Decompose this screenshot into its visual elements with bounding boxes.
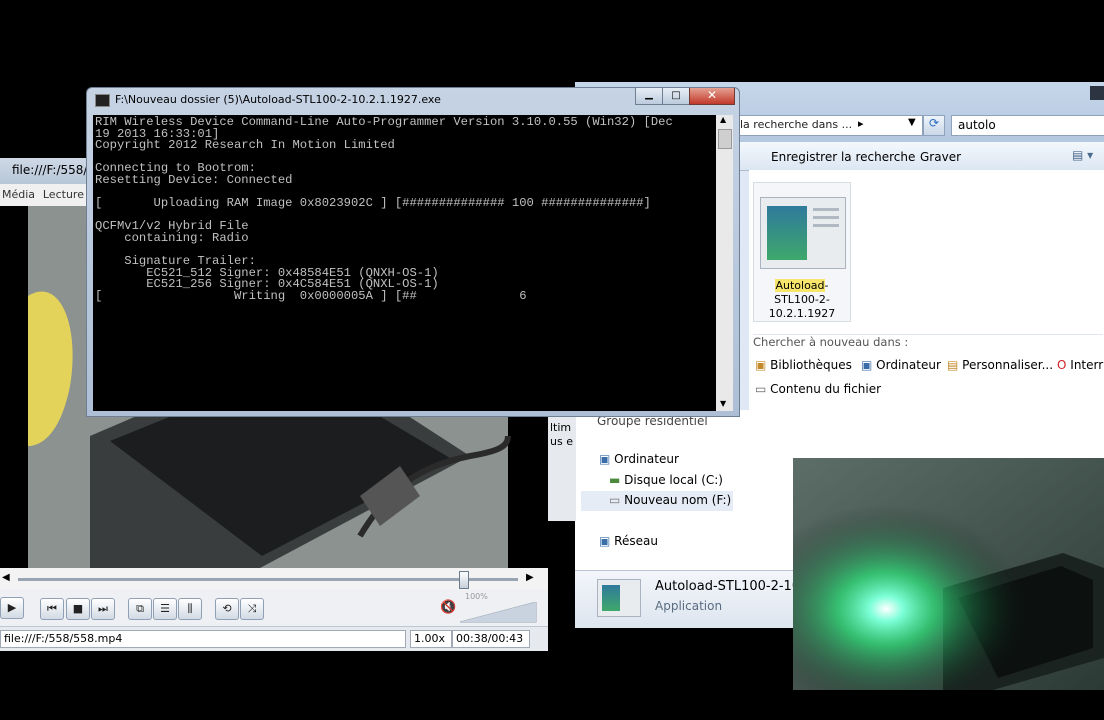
- network-icon: ▣: [599, 534, 611, 548]
- libraries-icon: ▣: [755, 358, 767, 372]
- breadcrumb-arrow-icon[interactable]: ▸: [858, 117, 864, 130]
- menu-playback[interactable]: Lecture: [43, 188, 84, 201]
- search-libraries-link[interactable]: ▣ Bibliothèques: [755, 358, 852, 372]
- breadcrumb-text: la recherche dans ...: [740, 118, 853, 131]
- view-options-icon[interactable]: ▤ ▾: [1072, 148, 1093, 162]
- next-button[interactable]: ⏭: [91, 598, 115, 620]
- scroll-thumb[interactable]: [718, 129, 732, 149]
- app-icon: [597, 579, 641, 617]
- vlc-controls: ▶ ⏮ ■ ⏭ ⧉ ☰ ⫼ ⟲ ⤨ 🔇 100%: [0, 590, 548, 626]
- computer-icon: ▣: [599, 452, 611, 466]
- seek-forward-icon[interactable]: ▶: [526, 572, 534, 583]
- cmd-title: F:\Nouveau dossier (5)\Autoload-STL100-2…: [115, 93, 441, 106]
- shuffle-button[interactable]: ⤨: [240, 598, 264, 620]
- partial-text-2: us e: [550, 435, 573, 448]
- playlist-button[interactable]: ☰: [153, 598, 177, 620]
- nav-new-volume: ▭ Nouveau nom (F:): [609, 493, 732, 507]
- result-name-highlight: Autoload: [775, 279, 825, 292]
- console-text: RIM Wireless Device Command-Line Auto-Pr…: [95, 115, 673, 303]
- partial-text-1: ltim: [550, 421, 572, 434]
- folder-icon: ▤: [947, 358, 959, 372]
- drive-icon: ▭: [609, 493, 621, 507]
- search-file-content-link[interactable]: ▭ Contenu du fichier: [755, 382, 881, 396]
- play-button[interactable]: ▶: [0, 597, 24, 619]
- explorer-close-button[interactable]: [1090, 86, 1104, 100]
- overlay-video-frame: [793, 458, 1104, 690]
- maximize-button[interactable]: □: [662, 88, 690, 105]
- search-internet-link[interactable]: O Interr: [1057, 358, 1103, 372]
- opera-icon: O: [1057, 358, 1067, 372]
- navigation-pane: Groupe résidentiel ▣ Ordinateur ▬ Disque…: [575, 410, 733, 570]
- computer-icon: ▣: [861, 358, 873, 372]
- nav-local-disk[interactable]: ▬ Disque local (C:): [609, 473, 723, 487]
- cmd-app-icon: [95, 94, 110, 107]
- extended-settings-button[interactable]: ⫼: [178, 598, 202, 620]
- document-icon: ▭: [755, 382, 767, 396]
- volume-percent: 100%: [465, 592, 488, 601]
- drive-icon: ▬: [609, 473, 621, 487]
- chevron-down-icon[interactable]: ▼: [908, 117, 916, 128]
- seek-back-icon[interactable]: ◀: [2, 572, 10, 583]
- previous-button[interactable]: ⏮: [40, 598, 64, 620]
- stop-button[interactable]: ■: [66, 598, 90, 620]
- burn-button[interactable]: Graver: [920, 150, 961, 164]
- vlc-title: file:///F:/558/5: [12, 163, 96, 177]
- search-results-pane: Autoload-STL100-2-10.2.1.1927 Chercher à…: [749, 170, 1104, 410]
- search-again-label: Chercher à nouveau dans :: [753, 335, 909, 349]
- scroll-up-icon[interactable]: ▲: [720, 115, 726, 124]
- console-output: RIM Wireless Device Command-Line Auto-Pr…: [93, 115, 716, 411]
- vlc-status-bar: file:///F:/558/558.mp4 1.00x 00:38/00:43: [0, 626, 548, 651]
- status-path: file:///F:/558/558.mp4: [0, 630, 406, 648]
- playback-speed[interactable]: 1.00x: [410, 630, 452, 648]
- result-item[interactable]: Autoload-STL100-2-10.2.1.1927: [753, 182, 851, 322]
- details-type: Application: [655, 599, 723, 613]
- nav-computer[interactable]: ▣ Ordinateur: [599, 452, 679, 466]
- breadcrumb[interactable]: la recherche dans ... ▸ ▼: [733, 115, 923, 136]
- seek-handle[interactable]: [459, 571, 469, 589]
- minimize-button[interactable]: ▁: [635, 88, 663, 105]
- nav-new-volume-selected[interactable]: ▭ Nouveau nom (F:): [581, 491, 733, 511]
- fullscreen-button[interactable]: ⧉: [128, 598, 152, 620]
- search-computer-link[interactable]: ▣ Ordinateur: [861, 358, 941, 372]
- nav-network[interactable]: ▣ Réseau: [599, 534, 658, 548]
- scroll-down-icon[interactable]: ▼: [720, 399, 726, 408]
- background-window-strip: ltim us e: [548, 417, 576, 521]
- save-search-button[interactable]: Enregistrer la recherche: [771, 150, 915, 164]
- scrollbar[interactable]: ▲ ▼: [716, 115, 733, 411]
- result-item-name: Autoload-STL100-2-10.2.1.1927: [756, 279, 848, 321]
- details-name: Autoload-STL100-2-10.2: [655, 579, 813, 594]
- search-input[interactable]: autolo: [951, 115, 1104, 136]
- vlc-seek-area: ◀ ▶: [0, 568, 548, 590]
- cmd-window: F:\Nouveau dossier (5)\Autoload-STL100-2…: [86, 87, 740, 417]
- seek-bar[interactable]: [18, 578, 518, 581]
- playback-time: 00:38/00:43: [452, 630, 530, 648]
- file-thumbnail-icon: [760, 197, 846, 269]
- overlay-photo: [793, 458, 1104, 690]
- loop-button[interactable]: ⟲: [215, 598, 239, 620]
- volume-slider[interactable]: [460, 602, 538, 624]
- search-input-text: autolo: [958, 118, 996, 132]
- mute-icon[interactable]: 🔇: [440, 600, 456, 615]
- search-custom-link[interactable]: ▤ Personnaliser...: [947, 358, 1053, 372]
- menu-media[interactable]: Média: [2, 188, 35, 201]
- refresh-icon[interactable]: ⟳: [923, 115, 945, 136]
- close-button[interactable]: ✕: [689, 88, 735, 105]
